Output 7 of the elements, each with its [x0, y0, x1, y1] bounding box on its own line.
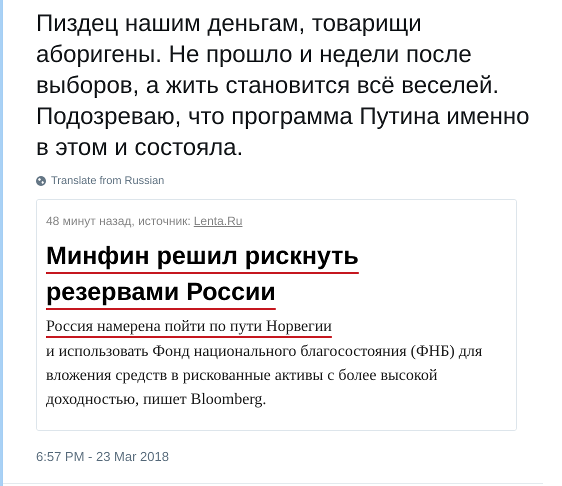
tweet-timestamp: 6:57 PM - 23 Mar 2018	[36, 448, 170, 466]
news-lead: Россия намерена пойти по пути Норвегии	[46, 316, 333, 336]
news-body: и использовать Фонд национального благосостояния (ФНБ) для вложения средств в рискованные активы с более высокой доходностью, пишет Bloomberg.	[46, 342, 484, 410]
news-headline: Минфин решил рискнуть резервами России	[46, 240, 360, 308]
translate-link[interactable]: Translate from Russian	[51, 173, 164, 190]
news-meta: 48 минут назад, источник:	[46, 212, 191, 230]
tweet-text: Пиздец нашим деньгам, товарищи аборигены. Не прошло и недели после выборов, а жить становится всё веселей. Подозреваю, что программа Путина именно в этом и состояла.	[36, 9, 530, 163]
